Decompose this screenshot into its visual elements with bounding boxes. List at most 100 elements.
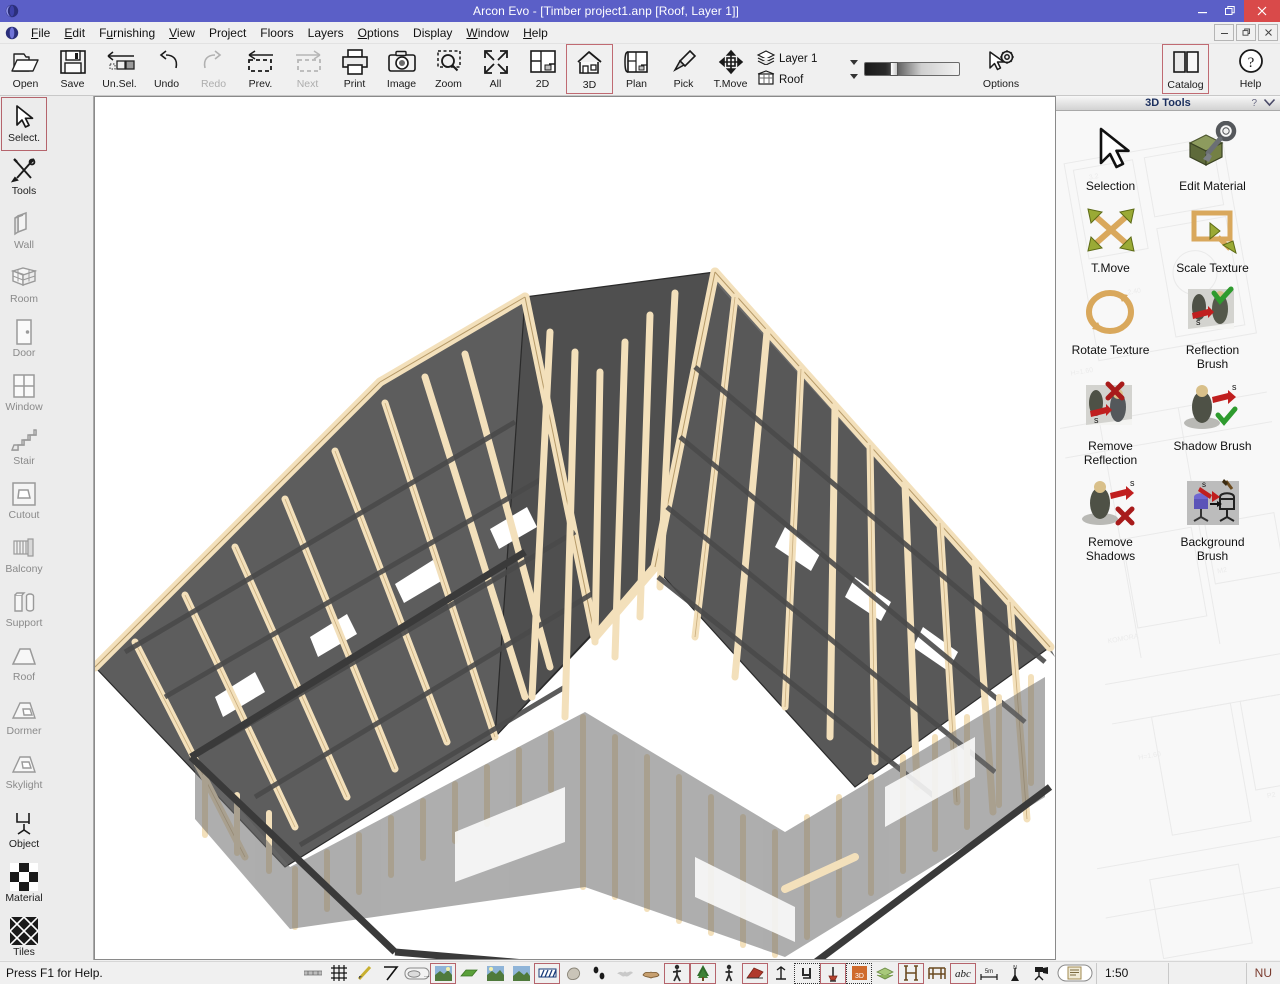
- lamp-icon[interactable]: [820, 962, 846, 984]
- mdi-minimize-button[interactable]: [1214, 24, 1234, 41]
- chair-side-icon[interactable]: [794, 962, 820, 984]
- toolbar-pick-button[interactable]: Pick: [660, 44, 707, 94]
- tool-background-brush[interactable]: s Background Brush: [1170, 473, 1255, 563]
- frame-h-icon[interactable]: [898, 962, 924, 984]
- toolbar-prev-button[interactable]: Prev.: [237, 44, 284, 94]
- dimension-5m-icon[interactable]: 5m: [976, 963, 1002, 984]
- tool-remove-shadows[interactable]: s Remove Shadows: [1068, 473, 1153, 563]
- bird-fly-icon[interactable]: [612, 963, 638, 984]
- camera-tripod-icon[interactable]: [1028, 963, 1054, 984]
- window-restore-button[interactable]: [1216, 0, 1244, 22]
- tool-selection[interactable]: Selection: [1068, 117, 1153, 193]
- north-arrow-icon[interactable]: N: [1002, 963, 1028, 984]
- pencil-icon[interactable]: [352, 963, 378, 984]
- tool-tmove[interactable]: T.Move: [1068, 199, 1153, 275]
- sidebar-item-support[interactable]: Support: [1, 583, 47, 637]
- dock-header[interactable]: 3D Tools ?: [1056, 96, 1280, 111]
- sidebar-item-object[interactable]: Object: [1, 804, 47, 858]
- toolbar-zoom-button[interactable]: Zoom: [425, 44, 472, 94]
- green-ground-icon[interactable]: [456, 963, 482, 984]
- antenna-icon[interactable]: [768, 963, 794, 984]
- toolbar-help-button[interactable]: ? Help: [1227, 44, 1274, 94]
- slider-thumb[interactable]: [890, 62, 898, 76]
- hatch-icon[interactable]: [534, 962, 560, 984]
- sidebar-item-dormer[interactable]: Dormer: [1, 691, 47, 745]
- status-scale[interactable]: 1:50: [1096, 962, 1168, 984]
- menu-item-view[interactable]: View: [162, 24, 202, 42]
- menu-item-file[interactable]: FFileile: [24, 24, 57, 42]
- sidebar-item-stair[interactable]: Stair: [1, 421, 47, 475]
- toolbar-image-button[interactable]: Image: [378, 44, 425, 94]
- toolbar-undo-button[interactable]: Undo: [143, 44, 190, 94]
- landscape-photo-3-icon[interactable]: [508, 963, 534, 984]
- tool-remove-reflection[interactable]: s Remove Reflection: [1068, 377, 1153, 467]
- window-close-button[interactable]: [1244, 0, 1280, 22]
- 3d-cube-icon[interactable]: 3D: [846, 962, 872, 984]
- toolbar-unselect-button[interactable]: Un.Sel.: [96, 44, 143, 94]
- menu-item-options[interactable]: Options: [351, 24, 406, 42]
- toolbar-plan-button[interactable]: Plan: [613, 44, 660, 94]
- layer-spinner[interactable]: [844, 44, 864, 94]
- tool-shadow-brush[interactable]: s Shadow Brush: [1170, 377, 1255, 467]
- toolbar-2d-button[interactable]: 2D: [519, 44, 566, 94]
- toolbar-redo-button[interactable]: Redo: [190, 44, 237, 94]
- tool-edit-material[interactable]: Edit Material: [1170, 117, 1255, 193]
- tool-scale-texture[interactable]: Scale Texture: [1170, 199, 1255, 275]
- toolbar-catalog-button[interactable]: Catalog: [1162, 44, 1209, 94]
- ruler-bar-icon[interactable]: [300, 963, 326, 984]
- landscape-photo-2-icon[interactable]: [482, 963, 508, 984]
- toolbar-3d-button[interactable]: 3D: [566, 44, 613, 94]
- sidebar-item-door[interactable]: Door: [1, 313, 47, 367]
- sidebar-item-tiles[interactable]: Tiles: [1, 912, 47, 966]
- window-minimize-button[interactable]: [1188, 0, 1216, 22]
- mdi-close-button[interactable]: [1258, 24, 1278, 41]
- grid-icon[interactable]: [326, 963, 352, 984]
- menu-item-display[interactable]: Display: [406, 24, 459, 42]
- sidebar-item-wall[interactable]: Wall: [1, 205, 47, 259]
- toolbar-tmove-button[interactable]: T.Move: [707, 44, 754, 94]
- menu-item-edit[interactable]: Edit: [57, 24, 92, 42]
- layer-row[interactable]: Layer 1: [756, 49, 844, 68]
- layer-selector[interactable]: Layer 1 Roof: [754, 44, 844, 94]
- sidebar-item-roof[interactable]: Roof: [1, 637, 47, 691]
- landscape-photo-icon[interactable]: [430, 962, 456, 984]
- spinner-down-icon[interactable]: [850, 73, 858, 79]
- tool-reflection-brush[interactable]: s Reflection Brush: [1170, 281, 1255, 371]
- sidebar-item-skylight[interactable]: Skylight: [1, 745, 47, 799]
- menu-item-project[interactable]: Project: [202, 24, 253, 42]
- mdi-restore-button[interactable]: [1236, 24, 1256, 41]
- toolbar-options-button[interactable]: Options: [964, 44, 1038, 94]
- storey-row[interactable]: Roof: [756, 70, 844, 89]
- toolbar-save-button[interactable]: Save: [49, 44, 96, 94]
- transparency-slider[interactable]: [864, 44, 964, 94]
- menu-item-layers[interactable]: Layers: [301, 24, 351, 42]
- menu-item-window[interactable]: Window: [459, 24, 516, 42]
- hand-shake-icon[interactable]: [638, 963, 664, 984]
- tree-icon[interactable]: [690, 962, 716, 984]
- toolbar-next-button[interactable]: Next: [284, 44, 331, 94]
- footprints-icon[interactable]: [586, 963, 612, 984]
- toolbar-open-button[interactable]: Open: [2, 44, 49, 94]
- dock-help-icon[interactable]: ?: [1251, 98, 1257, 109]
- person-stand-icon[interactable]: [716, 963, 742, 984]
- clipboard-notes-icon[interactable]: [1054, 963, 1096, 984]
- sidebar-item-select[interactable]: Select.: [1, 97, 47, 151]
- abc-text-icon[interactable]: abc: [950, 962, 976, 984]
- sidebar-item-balcony[interactable]: Balcony: [1, 529, 47, 583]
- red-roof-icon[interactable]: [742, 962, 768, 984]
- toolbar-all-button[interactable]: All: [472, 44, 519, 94]
- stack-layers-icon[interactable]: [872, 963, 898, 984]
- sidebar-item-window[interactable]: Window: [1, 367, 47, 421]
- sidebar-item-tools[interactable]: Tools: [1, 151, 47, 205]
- sidebar-item-cutout[interactable]: Cutout: [1, 475, 47, 529]
- tool-rotate-texture[interactable]: Rotate Texture: [1068, 281, 1153, 371]
- 3d-viewport[interactable]: [94, 96, 1056, 960]
- sidebar-item-material[interactable]: Material: [1, 858, 47, 912]
- truss-icon[interactable]: [924, 963, 950, 984]
- slider-track[interactable]: [864, 62, 960, 76]
- stone-icon[interactable]: [560, 963, 586, 984]
- dock-collapse-icon[interactable]: [1263, 98, 1276, 110]
- render-quality-icon[interactable]: ...: [404, 963, 430, 984]
- person-walk-icon[interactable]: [664, 962, 690, 984]
- menu-item-help[interactable]: Help: [516, 24, 555, 42]
